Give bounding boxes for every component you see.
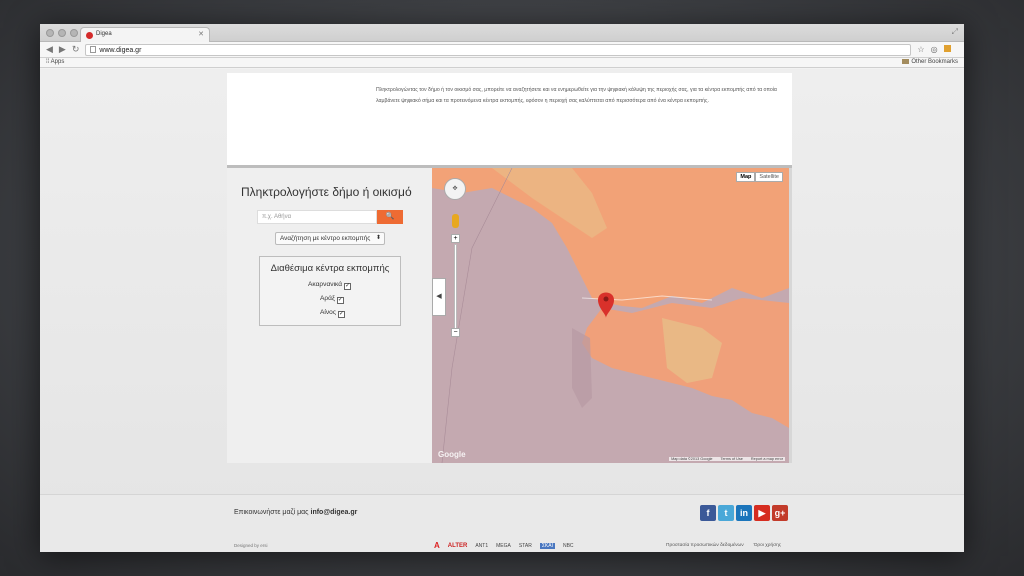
center-checkbox[interactable]: ✓ [336,297,344,304]
intro-panel: Πληκτρολογώντας τον δήμο ή τον οικισμό σ… [227,73,792,165]
privacy-link[interactable]: Προστασία προσωπικών δεδομένων [666,543,744,548]
center-checkbox[interactable]: ✓ [338,311,346,318]
reload-icon[interactable]: ↻ [72,44,80,55]
available-centers-box: Διαθέσιμα κέντρα εκπομπής Ακαρνανικά ✓ Αρ… [259,256,401,326]
search-heading: Πληκτρολογήστε δήμο ή οικισμό [241,185,412,199]
center-item[interactable]: Ακαρνανικά ✓ [308,281,352,290]
center-checkbox[interactable]: ✓ [344,283,352,290]
intro-text: Πληκτρολογώντας τον δήμο ή τον οικισμό σ… [376,87,777,104]
bookmark-star-icon[interactable]: ☆ [917,45,924,54]
center-item[interactable]: Αράξ ✓ [320,295,344,304]
browser-window: Digea ✕ ⤢ ◀ ▶ ↻ www.digea.gr ☆ ◎ ⁞⁞ Apps… [40,24,964,552]
channel-logo[interactable]: A [434,541,440,550]
folder-icon [902,59,910,64]
center-item[interactable]: Αίνος ✓ [320,309,346,318]
designer-link[interactable]: ersi [260,543,267,548]
menu-icon[interactable] [943,45,951,52]
channel-logo[interactable]: ALTER [448,543,468,549]
page-viewport: Πληκτρολογώντας τον δήμο ή τον οικισμό σ… [40,69,964,552]
map-report-link[interactable]: Report a map error [751,457,783,461]
footer-links: Προστασία προσωπικών δεδομένων Όροι χρήσ… [666,543,781,548]
google-logo: Google [438,450,466,459]
extension-icon[interactable]: ◎ [931,45,938,54]
map-canvas [432,168,789,463]
pan-control-icon[interactable]: ✥ [444,178,466,200]
center-label: Αίνος [320,309,337,316]
zoom-out-button[interactable]: − [451,328,460,337]
window-controls [46,29,78,37]
search-mode-value: Αναζήτηση με κέντρο εκπομπής [280,235,371,242]
channel-logo[interactable]: ANT1 [475,543,488,549]
fullscreen-icon[interactable]: ⤢ [952,27,958,37]
chevron-down-icon: ⬍ [375,235,381,241]
collapse-sidebar-button[interactable]: ◀ [432,278,446,316]
address-bar[interactable]: www.digea.gr [85,43,912,56]
browser-tab[interactable]: Digea ✕ [80,27,210,42]
googleplus-icon[interactable]: g+ [772,505,788,521]
tab-title: Digea [96,31,112,37]
map-attribution: Map data ©2013 Google Terms of Use Repor… [669,457,785,461]
page-icon [90,45,97,53]
search-sidebar: Πληκτρολογήστε δήμο ή οικισμό π.χ. Αθήνα… [227,168,432,463]
map-terms-link[interactable]: Terms of Use [721,457,743,461]
favicon-icon [86,32,93,39]
forward-icon[interactable]: ▶ [59,44,66,55]
contact-email-link[interactable]: info@digea.gr [311,509,358,516]
back-icon[interactable]: ◀ [46,44,53,55]
map-data-credit: Map data ©2013 Google [671,457,713,461]
facebook-icon[interactable]: f [700,505,716,521]
center-label: Αράξ [320,295,335,302]
close-window-button[interactable] [46,29,54,37]
terms-link[interactable]: Όροι χρήσης [754,543,781,548]
channel-logo[interactable]: STAR [519,543,532,549]
social-links: f t in ▶ g+ [700,505,788,521]
youtube-icon[interactable]: ▶ [754,505,770,521]
map-type-control: Map Satellite [736,172,783,182]
contact-line: Επικοινωνήστε μαζί μας info@digea.gr [234,509,357,516]
other-bookmarks-label: Other Bookmarks [911,59,958,65]
toolbar-icons: ☆ ◎ [917,45,951,54]
other-bookmarks[interactable]: Other Bookmarks [902,59,958,65]
coverage-panel: Πληκτρολογήστε δήμο ή οικισμό π.χ. Αθήνα… [227,165,792,463]
designed-by-label: Designed by [234,543,260,548]
linkedin-icon[interactable]: in [736,505,752,521]
coverage-map[interactable]: Map Satellite ✥ + − Google Map data ©201… [432,168,789,463]
tab-strip: Digea ✕ ⤢ [40,24,964,42]
url-text: www.digea.gr [99,46,142,54]
channel-logo[interactable]: MEGA [496,543,511,549]
channel-logo[interactable]: NBC [563,543,574,549]
close-tab-icon[interactable]: ✕ [198,30,204,38]
search-button[interactable]: 🔍 [377,210,403,224]
bookmarks-bar: ⁞⁞ Apps Other Bookmarks [40,58,964,68]
available-heading: Διαθέσιμα κέντρα εκπομπής [270,263,390,274]
browser-toolbar: ◀ ▶ ↻ www.digea.gr ☆ ◎ [40,42,964,58]
zoom-in-button[interactable]: + [451,234,460,243]
channel-logo[interactable]: ΣΚΑΪ [539,542,555,549]
search-input[interactable]: π.χ. Αθήνα [257,210,377,224]
zoom-slider[interactable] [454,244,457,336]
site-footer: Επικοινωνήστε μαζί μας info@digea.gr f t… [40,494,964,552]
minimize-window-button[interactable] [58,29,66,37]
channel-logos: A ALTER ANT1 MEGA STAR ΣΚΑΪ NBC [434,541,574,550]
map-type-satellite-button[interactable]: Satellite [755,172,783,182]
designed-by: Designed by ersi [234,543,268,548]
street-view-pegman-icon[interactable] [452,214,459,228]
maximize-window-button[interactable] [70,29,78,37]
contact-prefix: Επικοινωνήστε μαζί μας [234,509,309,516]
bookmark-apps[interactable]: Apps [51,59,65,65]
map-type-map-button[interactable]: Map [736,172,756,182]
search-mode-select[interactable]: Αναζήτηση με κέντρο εκπομπής ⬍ [275,232,385,245]
twitter-icon[interactable]: t [718,505,734,521]
search-icon: 🔍 [385,213,395,220]
center-label: Ακαρνανικά [308,281,343,288]
